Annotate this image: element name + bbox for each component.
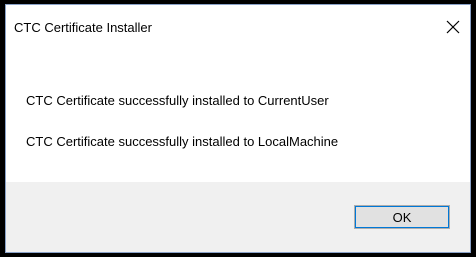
message-dialog: CTC Certificate Installer CTC Certificat… xyxy=(5,4,471,253)
dialog-title: CTC Certificate Installer xyxy=(14,20,152,35)
dialog-content: CTC Certificate successfully installed t… xyxy=(6,47,470,182)
close-button[interactable] xyxy=(439,14,467,40)
button-bar: OK xyxy=(6,182,470,252)
message-current-user: CTC Certificate successfully installed t… xyxy=(26,93,329,108)
ok-button[interactable]: OK xyxy=(354,205,450,229)
title-bar[interactable]: CTC Certificate Installer xyxy=(6,5,470,47)
close-icon xyxy=(446,20,460,34)
message-local-machine: CTC Certificate successfully installed t… xyxy=(26,134,339,149)
